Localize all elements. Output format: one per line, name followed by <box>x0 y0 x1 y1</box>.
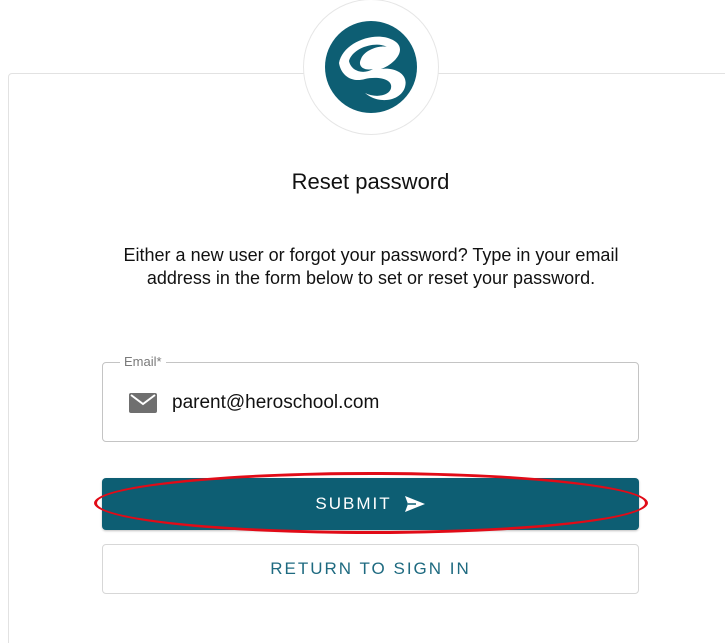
email-label: Email* <box>120 354 166 369</box>
reset-password-page: Reset password Either a new user or forg… <box>0 0 725 643</box>
return-to-sign-in-button[interactable]: RETURN TO SIGN IN <box>102 544 639 594</box>
page-title: Reset password <box>291 169 450 194</box>
logo <box>303 0 439 135</box>
logo-icon <box>325 21 417 113</box>
mail-icon <box>129 393 157 413</box>
submit-button[interactable]: SUBMIT <box>102 478 639 530</box>
return-button-label: RETURN TO SIGN IN <box>270 559 471 578</box>
email-field[interactable]: Email* parent@heroschool.com <box>102 354 639 442</box>
email-value[interactable]: parent@heroschool.com <box>172 392 379 414</box>
send-icon <box>404 495 426 513</box>
intro-text: Either a new user or forgot your passwor… <box>123 245 619 288</box>
submit-button-label: SUBMIT <box>315 494 392 513</box>
